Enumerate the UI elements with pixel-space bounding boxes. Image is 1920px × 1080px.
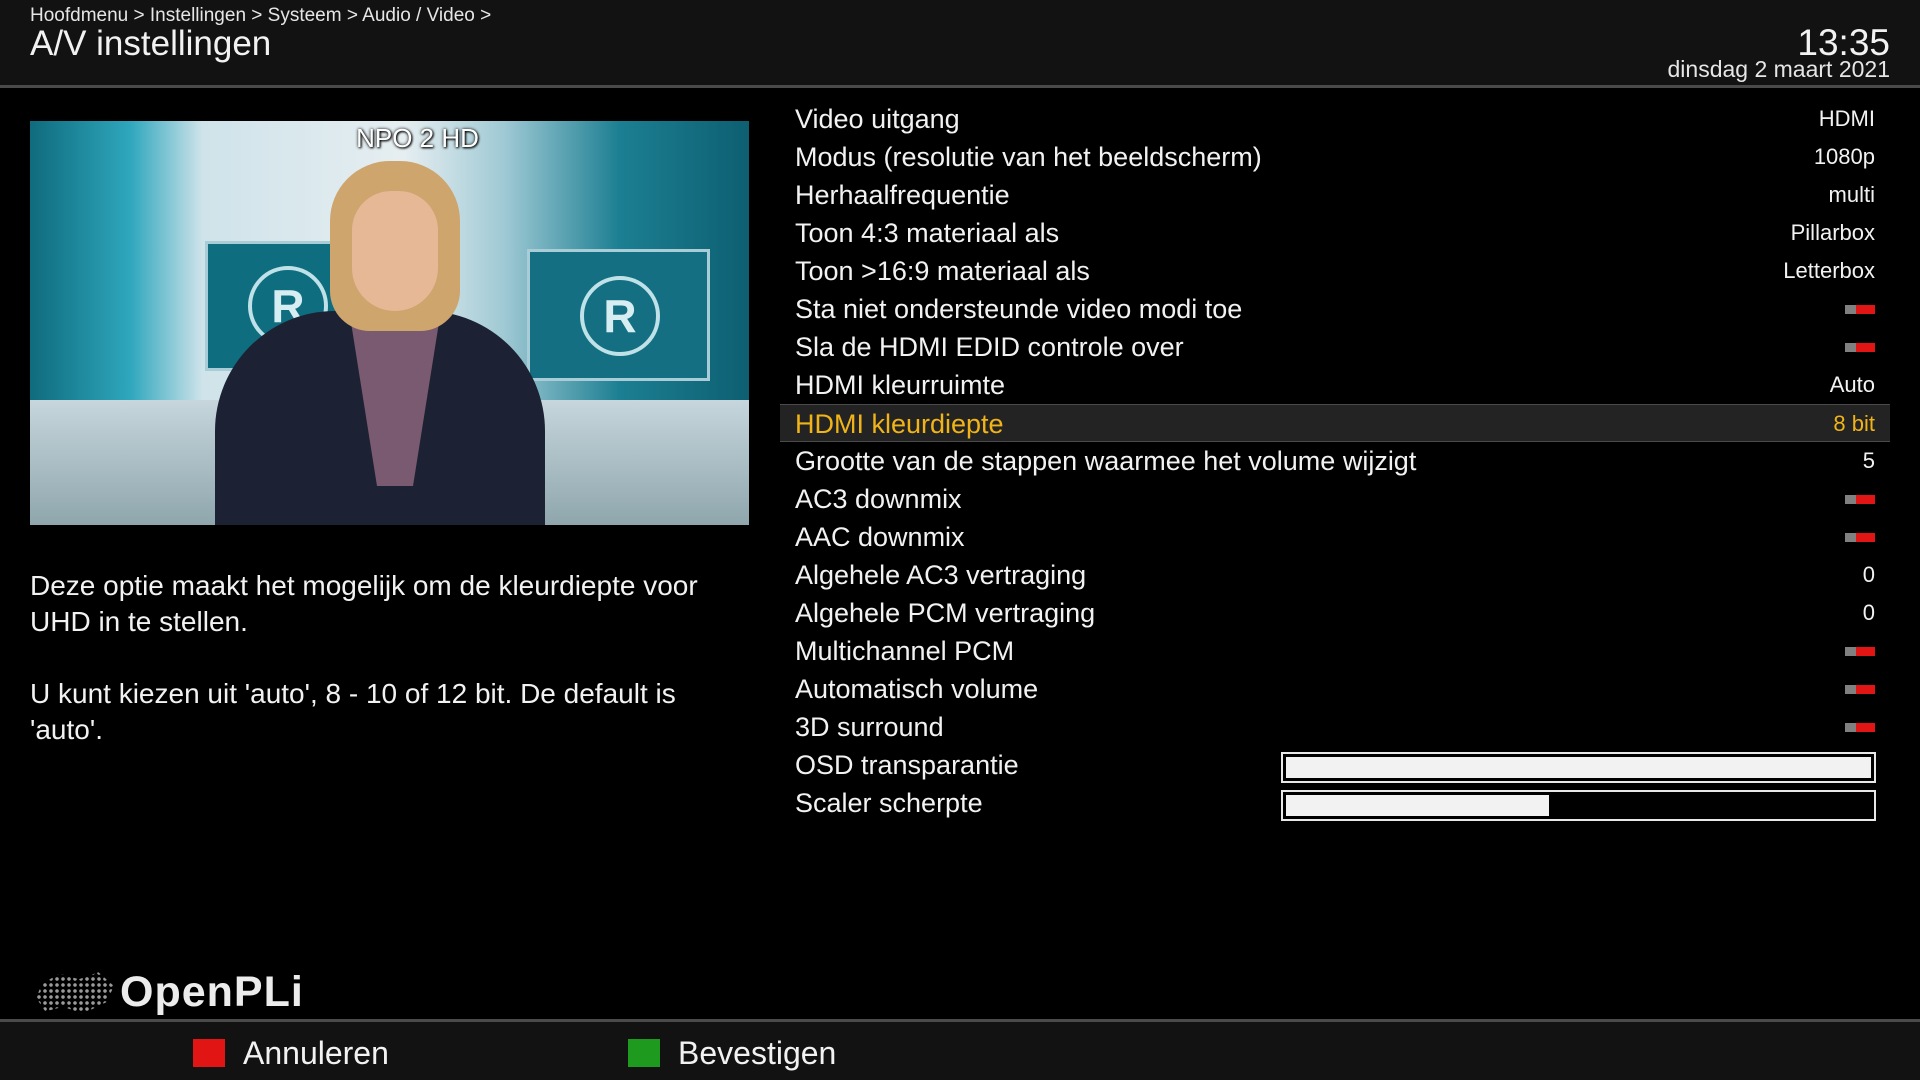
setting-row[interactable]: Herhaalfrequentie multi — [780, 176, 1890, 214]
setting-row[interactable]: Sta niet ondersteunde video modi toe — [780, 290, 1890, 328]
toggle-indicator — [1856, 647, 1875, 656]
setting-value: 0 — [1862, 600, 1875, 625]
toggle-switch[interactable] — [1845, 495, 1875, 504]
cancel-button[interactable]: Annuleren — [193, 1034, 389, 1071]
cancel-button-label: Annuleren — [243, 1034, 389, 1071]
setting-row[interactable]: AAC downmix — [780, 518, 1890, 556]
toggle-switch[interactable] — [1845, 305, 1875, 314]
setting-label: Toon >16:9 materiaal als — [795, 256, 1090, 286]
date-display: dinsdag 2 maart 2021 — [1667, 56, 1891, 82]
setting-row[interactable]: HDMI kleurruimte Auto — [780, 366, 1890, 404]
setting-row[interactable]: Toon 4:3 materiaal als Pillarbox — [780, 214, 1890, 252]
setting-value: 8 bit — [1833, 411, 1875, 436]
setting-label: Sta niet ondersteunde video modi toe — [795, 294, 1243, 324]
setting-label: AAC downmix — [795, 522, 965, 552]
setting-label: Algehele AC3 vertraging — [795, 560, 1087, 590]
setting-value: 1080p — [1813, 144, 1875, 169]
confirm-button[interactable]: Bevestigen — [628, 1034, 837, 1071]
tv-preview: R R NPO 2 HD — [30, 121, 749, 525]
toggle-switch[interactable] — [1845, 685, 1875, 694]
setting-label: HDMI kleurdiepte — [795, 409, 1004, 439]
setting-label: HDMI kleurruimte — [795, 370, 1006, 400]
slider[interactable] — [1281, 752, 1876, 783]
setting-label: Sla de HDMI EDID controle over — [795, 332, 1184, 362]
toggle-indicator — [1856, 723, 1875, 732]
setting-value: 5 — [1862, 448, 1875, 473]
toggle-indicator — [1856, 305, 1875, 314]
setting-row[interactable]: Sla de HDMI EDID controle over — [780, 328, 1890, 366]
header-bar: Hoofdmenu > Instellingen > Systeem > Aud… — [0, 0, 1920, 88]
studio-screen-right: R — [527, 249, 710, 381]
setting-row[interactable]: Scaler scherpte — [780, 784, 1890, 822]
page-title: A/V instellingen — [30, 24, 272, 63]
red-key-icon — [193, 1039, 225, 1067]
setting-value: multi — [1828, 182, 1875, 207]
setting-row[interactable]: Algehele AC3 vertraging 0 — [780, 556, 1890, 594]
channel-name: NPO 2 HD — [356, 123, 479, 153]
setting-label: Multichannel PCM — [795, 636, 1015, 666]
setting-row[interactable]: Modus (resolutie van het beeldscherm) 108… — [780, 138, 1890, 176]
setting-label: Algehele PCM vertraging — [795, 598, 1096, 628]
toggle-indicator — [1856, 533, 1875, 542]
slider-fill — [1286, 757, 1871, 778]
toggle-indicator — [1856, 495, 1875, 504]
toggle-indicator — [1856, 685, 1875, 694]
setting-label: AC3 downmix — [795, 484, 962, 514]
setting-row[interactable]: HDMI kleurdiepte 8 bit — [780, 404, 1890, 442]
setting-row[interactable]: OSD transparantie — [780, 746, 1890, 784]
setting-value: HDMI — [1818, 106, 1875, 131]
setting-label: Modus (resolutie van het beeldscherm) — [795, 142, 1262, 172]
setting-row[interactable]: Toon >16:9 materiaal als Letterbox — [780, 252, 1890, 290]
confirm-button-label: Bevestigen — [678, 1034, 837, 1071]
setting-value: Auto — [1829, 372, 1875, 397]
setting-row[interactable]: Algehele PCM vertraging 0 — [780, 594, 1890, 632]
slider[interactable] — [1281, 790, 1876, 821]
setting-row[interactable]: Video uitgang HDMI — [780, 100, 1890, 138]
setting-row[interactable]: AC3 downmix — [780, 480, 1890, 518]
setting-label: Scaler scherpte — [795, 788, 983, 818]
setting-value: 0 — [1862, 562, 1875, 587]
setting-label: Automatisch volume — [795, 674, 1039, 704]
r-logo-icon: R — [580, 276, 660, 356]
toggle-switch[interactable] — [1845, 343, 1875, 352]
help-description: Deze optie maakt het mogelijk om de kleu… — [30, 570, 698, 745]
footer-bar: Annuleren Bevestigen — [0, 1019, 1920, 1080]
setting-label: OSD transparantie — [795, 750, 1019, 780]
setting-row[interactable]: Multichannel PCM — [780, 632, 1890, 670]
setting-row[interactable]: Grootte van de stappen waarmee het volum… — [780, 442, 1890, 480]
toggle-switch[interactable] — [1845, 533, 1875, 542]
toggle-switch[interactable] — [1845, 647, 1875, 656]
toggle-indicator — [1856, 343, 1875, 352]
setting-label: 3D surround — [795, 712, 944, 742]
setting-label: Herhaalfrequentie — [795, 180, 1010, 210]
setting-label: Toon 4:3 materiaal als — [795, 218, 1060, 248]
green-key-icon — [628, 1039, 660, 1067]
world-map-icon — [36, 972, 114, 1014]
setting-row[interactable]: 3D surround — [780, 708, 1890, 746]
logo-text: OpenPLi — [120, 968, 304, 1016]
setting-label: Grootte van de stappen waarmee het volum… — [795, 446, 1417, 476]
slider-fill — [1286, 795, 1550, 816]
setting-value: Letterbox — [1783, 258, 1875, 283]
toggle-switch[interactable] — [1845, 723, 1875, 732]
setting-row[interactable]: Automatisch volume — [780, 670, 1890, 708]
setting-value: Pillarbox — [1790, 220, 1875, 245]
presenter-face — [352, 191, 438, 311]
settings-list: Video uitgang HDMI Modus (resolutie van he… — [780, 100, 1890, 822]
setting-label: Video uitgang — [795, 104, 960, 134]
